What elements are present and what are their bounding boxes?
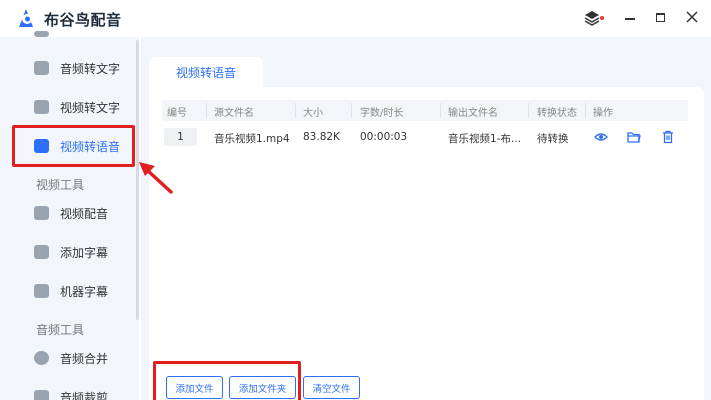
group-title-audio-tools: 音频工具 xyxy=(36,323,85,337)
partial-icon xyxy=(34,31,49,37)
title-bar: 布谷鸟配音 xyxy=(0,0,711,37)
col-header-actions: 操作 xyxy=(593,108,613,119)
audio-cut-icon xyxy=(34,390,49,400)
video-dub-icon xyxy=(34,206,49,220)
row-duration: 00:00:03 xyxy=(360,131,408,143)
sidebar-item-label: 机器字幕 xyxy=(60,284,109,299)
maximize-button[interactable] xyxy=(656,13,665,22)
col-separator xyxy=(295,103,296,118)
folder-icon[interactable] xyxy=(627,130,641,144)
col-header-output: 输出文件名 xyxy=(448,108,498,119)
sidebar-item-machine-subtitle[interactable]: 机器字幕 xyxy=(34,280,108,302)
sidebar-item-audio-merge[interactable]: 音频合并 xyxy=(34,347,108,369)
col-header-size: 大小 xyxy=(303,108,323,119)
row-status: 待转换 xyxy=(537,133,569,145)
clear-files-button[interactable]: 清空文件 xyxy=(303,376,360,399)
trash-icon[interactable] xyxy=(661,130,675,144)
sidebar-item-label: 视频配音 xyxy=(60,206,109,221)
col-separator xyxy=(440,103,441,118)
tab-video-to-speech[interactable]: 视频转语音 xyxy=(149,57,263,87)
row-output-name: 音乐视频1-布... xyxy=(448,133,521,145)
eye-icon[interactable] xyxy=(594,130,608,144)
sidebar-item-label: 音频合并 xyxy=(60,351,109,366)
sidebar-item-label: 音频裁剪 xyxy=(60,390,109,400)
sidebar-item-video-dub[interactable]: 视频配音 xyxy=(34,202,108,224)
subtitle-icon xyxy=(34,245,49,259)
row-size: 83.82K xyxy=(303,131,340,143)
layers-icon[interactable] xyxy=(583,10,601,26)
col-separator xyxy=(585,103,586,118)
col-header-duration: 字数/时长 xyxy=(360,108,404,119)
audio-merge-icon xyxy=(34,351,49,365)
sidebar-item-add-subtitle[interactable]: 添加字幕 xyxy=(34,241,108,263)
col-separator xyxy=(351,103,352,118)
notification-dot xyxy=(600,16,604,20)
sidebar-item-video-to-text[interactable]: 视频转文字 xyxy=(34,96,120,118)
highlight-box-sidebar xyxy=(12,125,135,167)
robot-icon xyxy=(34,284,49,298)
video-to-text-icon xyxy=(34,100,49,114)
annotation-arrow-icon xyxy=(139,162,173,194)
col-separator xyxy=(206,103,207,118)
highlight-box-buttons xyxy=(153,361,301,400)
sidebar-item-label: 添加字幕 xyxy=(60,245,109,260)
sidebar-item-audio-cut[interactable]: 音频裁剪 xyxy=(34,386,108,400)
minimize-button[interactable] xyxy=(625,18,635,20)
row-index: 1 xyxy=(164,128,197,146)
col-header-index: 编号 xyxy=(167,108,187,119)
close-button[interactable] xyxy=(686,11,698,23)
sidebar-item-label: 音频转文字 xyxy=(60,61,121,76)
col-header-source: 源文件名 xyxy=(214,108,254,119)
sidebar-item-top-partial[interactable] xyxy=(34,27,60,49)
sidebar-item-audio-to-text[interactable]: 音频转文字 xyxy=(34,57,120,79)
audio-to-text-icon xyxy=(34,61,49,75)
row-source-name: 音乐视频1.mp4 xyxy=(214,133,290,145)
col-separator xyxy=(528,103,529,118)
sidebar-item-label: 视频转文字 xyxy=(60,100,121,115)
col-header-status: 转换状态 xyxy=(537,108,577,119)
group-title-video-tools: 视频工具 xyxy=(36,178,85,192)
